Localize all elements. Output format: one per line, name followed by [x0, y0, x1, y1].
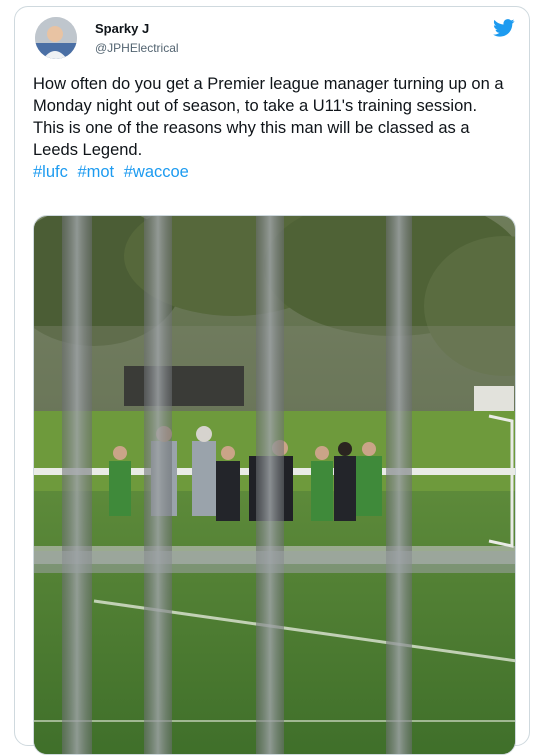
training-session-photo	[34, 216, 515, 754]
hashtag-link[interactable]: #mot	[77, 163, 114, 181]
author-name[interactable]: Sparky J	[95, 21, 149, 36]
tweet-text-line-1: How often do you get a Premier league ma…	[33, 75, 504, 115]
hashtag-link[interactable]: #lufc	[33, 163, 68, 181]
avatar[interactable]	[35, 17, 77, 59]
avatar-image	[35, 17, 77, 59]
tweet-photo[interactable]	[33, 215, 516, 755]
tweet-card: Sparky J @JPHElectrical How often do you…	[14, 6, 530, 755]
tweet-text-line-2: This is one of the reasons why this man …	[33, 119, 470, 159]
tweet-text: How often do you get a Premier league ma…	[33, 73, 513, 183]
hashtag-link[interactable]: #waccoe	[124, 163, 189, 181]
twitter-bird-icon[interactable]	[493, 19, 515, 37]
hashtags: #lufc #mot #waccoe	[33, 161, 513, 183]
author-handle[interactable]: @JPHElectrical	[95, 41, 179, 55]
